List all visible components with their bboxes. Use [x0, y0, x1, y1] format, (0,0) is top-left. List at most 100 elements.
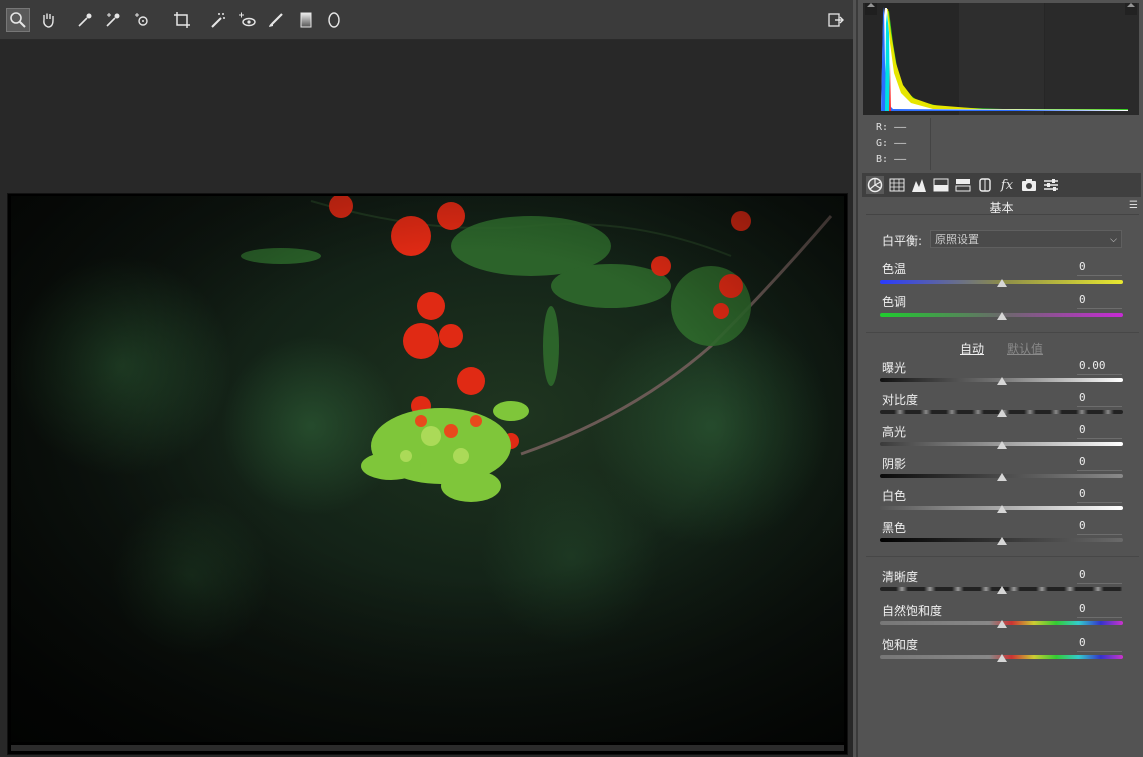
highlights-label: 高光: [882, 425, 907, 439]
eyedropper-icon: [78, 13, 92, 27]
blacks-value-underline: [1077, 534, 1122, 535]
rgb-readout: R: —— G: —— B: ——: [876, 120, 906, 168]
r-value: ——: [894, 122, 907, 133]
preview-scrollbar[interactable]: [11, 745, 844, 751]
b-value: ——: [894, 154, 907, 165]
saturation-value[interactable]: 0: [1079, 636, 1121, 649]
tab-tone-curve[interactable]: [888, 176, 906, 194]
flame-tree-photo: [11, 196, 844, 742]
tab-detail[interactable]: [910, 176, 928, 194]
exposure-thumb[interactable]: [996, 377, 1007, 385]
detail-icon: [912, 179, 926, 192]
ellipse-icon: [328, 12, 340, 28]
whites-label: 白色: [882, 489, 907, 503]
tint-value-underline: [1077, 308, 1122, 309]
clarity-thumb[interactable]: [996, 586, 1007, 594]
tab-camera-calibration[interactable]: [1020, 176, 1038, 194]
clarity-label: 清晰度: [882, 570, 919, 584]
tint-label: 色调: [882, 295, 907, 309]
whites-value[interactable]: 0: [1079, 487, 1121, 500]
temp-thumb[interactable]: [996, 279, 1007, 287]
saturation-value-underline: [1077, 651, 1122, 652]
photo-preview[interactable]: [11, 196, 844, 742]
export-icon: [828, 13, 844, 27]
shadows-thumb[interactable]: [996, 473, 1007, 481]
exposure-label: 曝光: [882, 361, 907, 375]
vibrance-value[interactable]: 0: [1079, 602, 1121, 615]
color-sampler-tool-button[interactable]: [102, 9, 124, 31]
photo-preview-frame: [7, 193, 848, 755]
tab-effects[interactable]: fx: [998, 176, 1016, 194]
crop-icon: [174, 12, 190, 28]
white-balance-value: 原照设置: [935, 233, 979, 246]
crop-tool-button[interactable]: [171, 9, 193, 31]
temp-value[interactable]: 0: [1079, 260, 1121, 273]
title-divider: [866, 214, 1139, 215]
saturation-thumb[interactable]: [996, 654, 1007, 662]
white-balance-tool-button[interactable]: [74, 9, 96, 31]
exposure-value[interactable]: 0.00: [1079, 359, 1121, 372]
tint-thumb[interactable]: [996, 312, 1007, 320]
panel-tabs: fx: [862, 173, 1141, 197]
lens-icon: [979, 178, 991, 192]
hsl-icon: [933, 178, 949, 192]
highlights-value[interactable]: 0: [1079, 423, 1121, 436]
tab-lens[interactable]: [976, 176, 994, 194]
shadows-value[interactable]: 0: [1079, 455, 1121, 468]
vibrance-value-underline: [1077, 617, 1122, 618]
adjustment-brush-tool-button[interactable]: [265, 9, 287, 31]
tab-basic[interactable]: [866, 176, 884, 194]
split-toning-icon: [955, 179, 971, 192]
blacks-thumb[interactable]: [996, 537, 1007, 545]
r-label: R:: [876, 122, 889, 133]
whites-thumb[interactable]: [996, 505, 1007, 513]
contrast-value[interactable]: 0: [1079, 391, 1121, 404]
hand-icon: [43, 13, 54, 28]
zoom-tool-button[interactable]: [6, 8, 30, 32]
chevron-down-icon: ⌵: [1110, 235, 1117, 245]
auto-button[interactable]: 自动: [960, 340, 984, 357]
exposure-value-underline: [1077, 374, 1122, 375]
tab-split-toning[interactable]: [954, 176, 972, 194]
g-label: G:: [876, 138, 889, 149]
default-button[interactable]: 默认值: [1007, 340, 1043, 357]
blacks-value[interactable]: 0: [1079, 519, 1121, 532]
shadows-value-underline: [1077, 470, 1122, 471]
blacks-label: 黑色: [882, 521, 907, 535]
shadows-label: 阴影: [882, 457, 907, 471]
white-balance-label: 白平衡:: [882, 234, 923, 248]
open-panel-button[interactable]: [825, 9, 847, 31]
highlights-value-underline: [1077, 438, 1122, 439]
panel-menu-icon[interactable]: ☰: [1129, 200, 1139, 211]
section-divider: [866, 556, 1139, 557]
presets-icon: [1044, 179, 1058, 191]
highlights-thumb[interactable]: [996, 441, 1007, 449]
clarity-value[interactable]: 0: [1079, 568, 1121, 581]
section-divider: [866, 332, 1139, 333]
magnifier-icon: [10, 12, 26, 28]
temp-value-underline: [1077, 275, 1122, 276]
basic-icon: [867, 177, 883, 193]
camera-calibration-icon: [1022, 179, 1036, 191]
targeted-adjustment-tool-button[interactable]: [131, 9, 153, 31]
tab-presets[interactable]: [1042, 176, 1060, 194]
radial-filter-tool-button[interactable]: [323, 9, 345, 31]
red-eye-tool-button[interactable]: [236, 9, 258, 31]
vibrance-thumb[interactable]: [996, 620, 1007, 628]
whites-value-underline: [1077, 502, 1122, 503]
tint-value[interactable]: 0: [1079, 293, 1121, 306]
contrast-thumb[interactable]: [996, 409, 1007, 417]
adjustments-sidebar: R: —— G: —— B: —— fx 基本 ☰ 白平衡: 原照设置 ⌵ 色温…: [856, 0, 1143, 757]
graduated-filter-tool-button[interactable]: [295, 9, 317, 31]
readout-divider: [930, 118, 931, 170]
tools-toolbar: [0, 0, 853, 40]
vibrance-label: 自然饱和度: [882, 604, 943, 618]
brush-icon: [269, 13, 283, 27]
hand-tool-button[interactable]: [37, 9, 59, 31]
tab-hsl[interactable]: [932, 176, 950, 194]
g-value: ——: [894, 138, 907, 149]
spot-removal-tool-button[interactable]: [207, 9, 229, 31]
white-balance-dropdown[interactable]: 原照设置 ⌵: [930, 230, 1122, 248]
temp-label: 色温: [882, 262, 907, 276]
spot-brush-icon: [211, 13, 225, 28]
